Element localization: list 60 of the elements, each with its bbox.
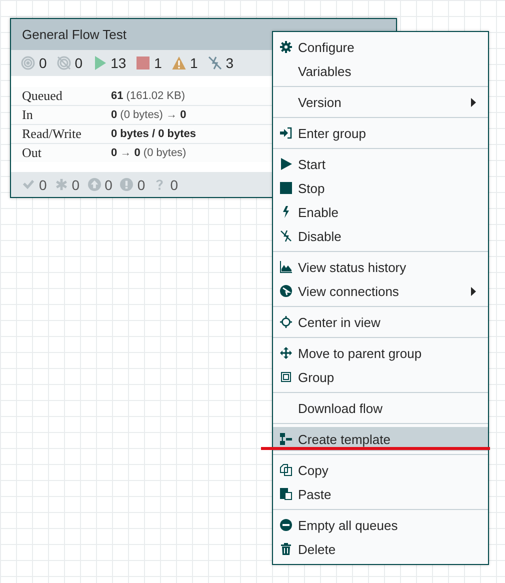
- up-arrow-icon: [88, 178, 101, 191]
- menu-item[interactable]: Copy: [273, 458, 488, 482]
- menu-item[interactable]: Move to parent group: [273, 341, 488, 365]
- menu-item[interactable]: View status history: [273, 255, 488, 279]
- crosshair-icon: [280, 316, 292, 328]
- template-icon: [280, 433, 292, 445]
- move-icon: [280, 347, 292, 359]
- trash-icon: [280, 543, 292, 555]
- stat-count: 1: [154, 55, 162, 71]
- stat-count: 3: [226, 55, 234, 71]
- gear-icon: [280, 41, 292, 53]
- caret-icon: [471, 98, 476, 106]
- metric-value: 0 bytes / 0 bytes: [111, 128, 196, 140]
- caret-icon: [471, 286, 476, 296]
- menu-item[interactable]: Empty all queues: [273, 513, 488, 537]
- menu-item[interactable]: Enable: [273, 200, 488, 224]
- metric-value: 0 (0 bytes) → 0: [111, 109, 186, 121]
- transmitting-icon: [21, 56, 35, 70]
- stop-icon: [136, 56, 150, 70]
- version-count: 0: [104, 176, 112, 192]
- lightning-icon: [280, 206, 292, 218]
- minus-circle-icon: [280, 519, 292, 531]
- version-count: 0: [39, 176, 47, 192]
- play-icon: [280, 158, 292, 170]
- menu-item[interactable]: Center in view: [273, 310, 488, 334]
- menu-item[interactable]: Disable: [273, 224, 488, 248]
- process-group-title: General Flow Test: [22, 27, 127, 42]
- metric-value: 61 (161.02 KB): [111, 90, 186, 102]
- group-icon: [280, 371, 292, 383]
- metric-value: 0 → 0 (0 bytes): [111, 147, 186, 159]
- metric-label: Read/Write: [22, 126, 82, 142]
- stat-count: 0: [74, 55, 83, 71]
- circle-arrow-icon: [280, 285, 292, 297]
- metric-label: In: [22, 107, 34, 123]
- menu-item[interactable]: View connections: [273, 279, 488, 303]
- metric-label: Queued: [22, 88, 64, 104]
- stop-icon: [280, 182, 292, 194]
- stat-count: 13: [110, 55, 126, 71]
- version-count: 0: [72, 176, 80, 192]
- copy-icon: [280, 464, 292, 476]
- area-chart-icon: [280, 261, 292, 273]
- warning-icon: [172, 56, 186, 70]
- version-count: 0: [170, 176, 178, 192]
- paste-icon: [280, 488, 292, 500]
- enter-icon: [280, 127, 292, 139]
- version-count: 0: [137, 176, 146, 192]
- menu-item[interactable]: Delete: [273, 537, 488, 561]
- disabled-icon: [208, 56, 222, 70]
- play-icon: [92, 56, 107, 70]
- check-icon: [22, 178, 35, 191]
- menu-item[interactable]: Group: [273, 365, 488, 389]
- not-transmitting-icon: [56, 56, 71, 70]
- stat-count: 0: [39, 55, 47, 71]
- disabled-icon: [280, 230, 292, 242]
- menu-item[interactable]: Paste: [273, 482, 488, 506]
- asterisk-icon: [54, 178, 68, 191]
- metric-label: Out: [22, 145, 42, 161]
- stat-count: 1: [190, 55, 198, 71]
- menu-item[interactable]: Download flow: [273, 396, 488, 420]
- exclamation-icon: [120, 178, 134, 191]
